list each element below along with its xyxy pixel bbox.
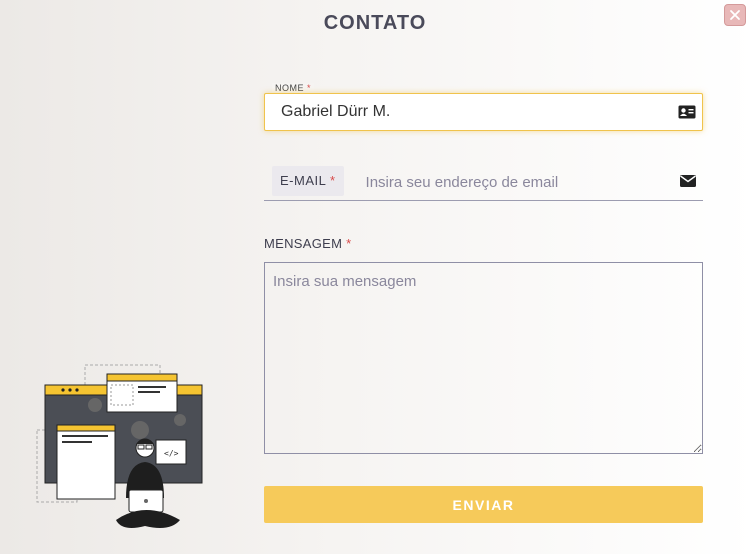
email-field[interactable]: E-MAIL * bbox=[264, 162, 703, 201]
svg-text:</>: </> bbox=[164, 449, 179, 458]
modal-title: CONTATO bbox=[323, 12, 427, 34]
name-label: NOME * bbox=[272, 83, 315, 93]
name-required-mark: * bbox=[307, 83, 312, 93]
message-required-mark: * bbox=[346, 236, 352, 251]
name-input[interactable] bbox=[265, 103, 672, 121]
message-label: MENSAGEM * bbox=[264, 236, 352, 251]
close-icon[interactable] bbox=[729, 9, 741, 21]
developer-illustration: </> bbox=[36, 364, 203, 528]
message-textarea[interactable] bbox=[264, 262, 703, 454]
close-button[interactable] bbox=[724, 4, 746, 26]
email-label: E-MAIL * bbox=[272, 166, 344, 196]
contact-card-icon bbox=[672, 105, 702, 119]
email-input[interactable] bbox=[343, 171, 673, 191]
submit-button[interactable]: ENVIAR bbox=[264, 486, 703, 523]
email-required-mark: * bbox=[329, 173, 336, 188]
envelope-icon bbox=[673, 175, 703, 187]
name-field[interactable] bbox=[264, 93, 703, 131]
message-label-text: MENSAGEM bbox=[264, 236, 343, 251]
email-label-text: E-MAIL bbox=[280, 173, 326, 188]
name-label-text: NOME bbox=[275, 83, 304, 93]
